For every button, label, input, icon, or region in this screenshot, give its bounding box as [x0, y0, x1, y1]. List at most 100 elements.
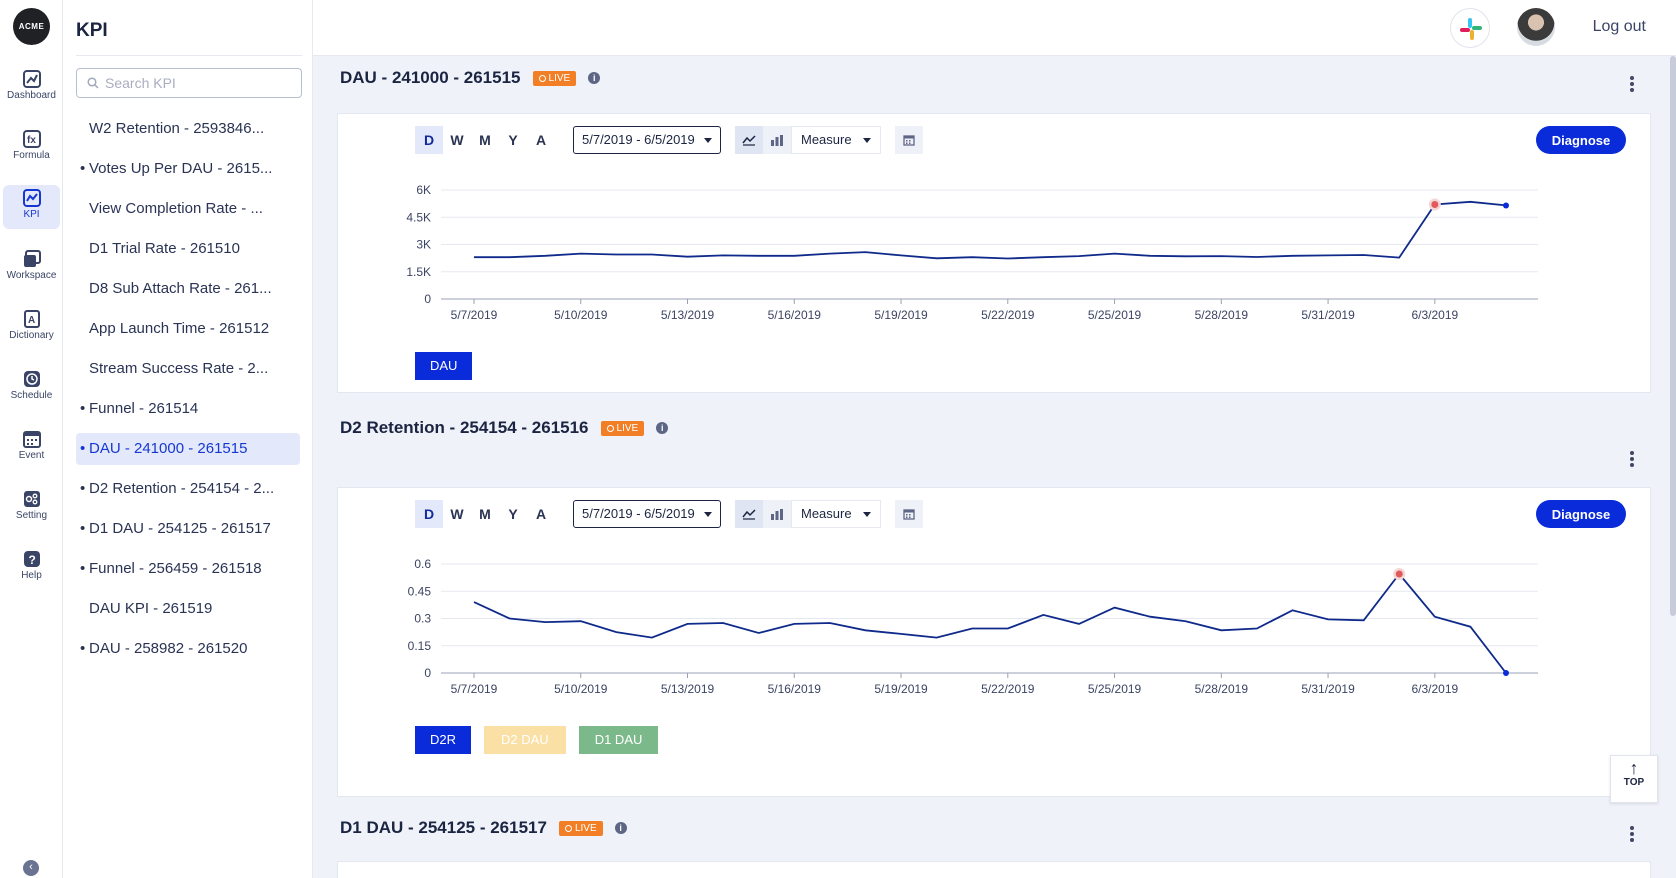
diagnose-button[interactable]: Diagnose — [1536, 500, 1626, 528]
granularity-selector: D W M Y A — [415, 126, 555, 154]
date-range-picker[interactable]: 5/7/2019 - 6/5/2019 — [573, 126, 721, 154]
kpi-list-item[interactable]: • Funnel - 256459 - 261518 — [76, 553, 300, 585]
nav-dashboard[interactable]: Dashboard — [3, 66, 60, 114]
kpi-list-item[interactable]: • Funnel - 261514 — [76, 393, 300, 425]
series-line — [473, 572, 1507, 674]
calendar-button[interactable] — [895, 500, 923, 528]
nav-workspace[interactable]: Workspace — [3, 246, 60, 294]
nav-formula[interactable]: fx Formula — [3, 126, 60, 174]
formula-icon: fx — [22, 130, 41, 148]
acme-logo[interactable]: ACME — [13, 8, 50, 45]
nav-schedule[interactable]: Schedule — [3, 366, 60, 414]
arrow-up-icon: ↑ — [1629, 758, 1639, 778]
nav-kpi[interactable]: KPI — [3, 185, 60, 229]
nav-help[interactable]: ? Help — [3, 546, 60, 594]
x-tick-label: 5/10/2019 — [554, 682, 608, 696]
kpi-list-item[interactable]: • DAU - 258982 - 261520 — [76, 633, 300, 665]
kpi-list-item[interactable]: • Votes Up Per DAU - 2615... — [76, 153, 300, 185]
gran-d-button[interactable]: D — [415, 126, 443, 154]
y-tick-label: 0.3 — [414, 612, 431, 626]
gran-a-button[interactable]: A — [527, 500, 555, 528]
nav-dashboard-label: Dashboard — [7, 90, 56, 101]
line-chart-button[interactable] — [735, 126, 763, 154]
search-box[interactable] — [76, 68, 302, 98]
divider — [76, 55, 302, 56]
dictionary-icon: A — [23, 310, 40, 328]
x-tick-label: 5/28/2019 — [1195, 308, 1249, 322]
anomaly-point — [1395, 570, 1403, 578]
top-bar: Log out — [313, 0, 1676, 56]
kpi-list-item[interactable]: App Launch Time - 261512 — [76, 313, 300, 345]
line-chart-icon — [742, 509, 756, 520]
card-title-text: D2 Retention - 254154 - 261516 — [340, 418, 589, 437]
line-chart-d2-retention[interactable]: 0.6 0.45 0.3 0.15 0 5/7/2019 5/10/2019 5/13/201… — [338, 538, 1650, 718]
info-icon[interactable]: i — [614, 822, 627, 834]
legend-item-d2-dau[interactable]: D2 DAU — [484, 726, 566, 754]
search-input[interactable] — [105, 75, 285, 91]
chart-legend: D2R D2 DAU D1 DAU — [415, 726, 671, 754]
kpi-list-item[interactable]: Stream Success Rate - 2... — [76, 353, 300, 385]
more-menu-icon[interactable] — [1630, 449, 1636, 469]
nav-dictionary[interactable]: A Dictionary — [3, 306, 60, 354]
logout-link[interactable]: Log out — [1593, 18, 1646, 36]
gran-w-button[interactable]: W — [443, 126, 471, 154]
nav-schedule-label: Schedule — [10, 390, 53, 401]
line-chart-dau[interactable]: 6K 4.5K 3K 1.5K 0 5/7/2019 5/10/2019 5/13/2019 5… — [338, 164, 1650, 344]
calendar-button[interactable] — [895, 126, 923, 154]
info-icon[interactable]: i — [656, 422, 669, 434]
nav-workspace-label: Workspace — [6, 270, 57, 281]
gran-a-button[interactable]: A — [527, 126, 555, 154]
live-icon — [538, 74, 546, 82]
legend-item-d1-dau[interactable]: D1 DAU — [578, 726, 659, 754]
diagnose-button[interactable]: Diagnose — [1536, 126, 1626, 154]
y-tick-label: 0.15 — [408, 639, 432, 653]
live-icon — [564, 824, 572, 832]
chart-card-d1-dau — [337, 861, 1651, 878]
measure-dropdown[interactable]: Measure — [791, 126, 881, 154]
gran-m-button[interactable]: M — [471, 126, 499, 154]
gran-w-button[interactable]: W — [443, 500, 471, 528]
scrollbar[interactable] — [1670, 56, 1676, 616]
date-range-picker[interactable]: 5/7/2019 - 6/5/2019 — [573, 500, 721, 528]
live-badge: LIVE — [532, 70, 577, 86]
card-title-d2-retention: D2 Retention - 254154 - 261516 LIVE i — [340, 418, 669, 438]
kpi-list-item[interactable]: DAU KPI - 261519 — [76, 593, 300, 625]
gran-y-button[interactable]: Y — [499, 500, 527, 528]
kpi-list-item[interactable]: D8 Sub Attach Rate - 261... — [76, 273, 300, 305]
date-range-value: 5/7/2019 - 6/5/2019 — [582, 132, 695, 147]
legend-item-d2r[interactable]: D2R — [415, 726, 472, 754]
slack-button[interactable] — [1450, 8, 1490, 48]
gran-d-button[interactable]: D — [415, 500, 443, 528]
gran-m-button[interactable]: M — [471, 500, 499, 528]
kpi-list-item[interactable]: View Completion Rate - ... — [76, 193, 300, 225]
legend-item-dau[interactable]: DAU — [415, 352, 473, 380]
gran-y-button[interactable]: Y — [499, 126, 527, 154]
nav-kpi-label: KPI — [23, 209, 40, 220]
bar-chart-button[interactable] — [763, 126, 791, 154]
kpi-list-item[interactable]: • DAU - 241000 - 261515 — [76, 433, 300, 465]
kpi-list-item[interactable]: W2 Retention - 2593846... — [76, 113, 300, 145]
user-avatar[interactable] — [1517, 8, 1555, 46]
collapse-nav-icon[interactable]: ‹ — [23, 860, 39, 876]
back-to-top-button[interactable]: ↑ TOP — [1610, 755, 1658, 803]
card-title-dau: DAU - 241000 - 261515 LIVE i — [340, 68, 601, 88]
more-menu-icon[interactable] — [1630, 74, 1636, 94]
chart-card-dau: D W M Y A 5/7/2019 - 6/5/2019 Measure Di… — [337, 113, 1651, 393]
measure-dropdown[interactable]: Measure — [791, 500, 881, 528]
y-tick-label: 6K — [416, 183, 431, 197]
bullet-icon: • — [80, 560, 86, 577]
info-icon[interactable]: i — [588, 72, 601, 84]
nav-setting[interactable]: Setting — [3, 486, 60, 534]
kpi-list-item[interactable]: D1 Trial Rate - 261510 — [76, 233, 300, 265]
kpi-list-item[interactable]: • D2 Retention - 254154 - 2... — [76, 473, 300, 505]
card-title-text: DAU - 241000 - 261515 — [340, 68, 521, 87]
line-chart-button[interactable] — [735, 500, 763, 528]
bar-chart-button[interactable] — [763, 500, 791, 528]
nav-event[interactable]: Event — [3, 426, 60, 474]
chevron-down-icon — [704, 138, 712, 143]
card-title-text: D1 DAU - 254125 - 261517 — [340, 818, 547, 837]
chevron-down-icon — [704, 512, 712, 517]
kpi-list-item[interactable]: • D1 DAU - 254125 - 261517 — [76, 513, 300, 545]
app-root: ACME Dashboard fx Formula KPI Workspace … — [0, 0, 1676, 878]
more-menu-icon[interactable] — [1630, 824, 1636, 844]
